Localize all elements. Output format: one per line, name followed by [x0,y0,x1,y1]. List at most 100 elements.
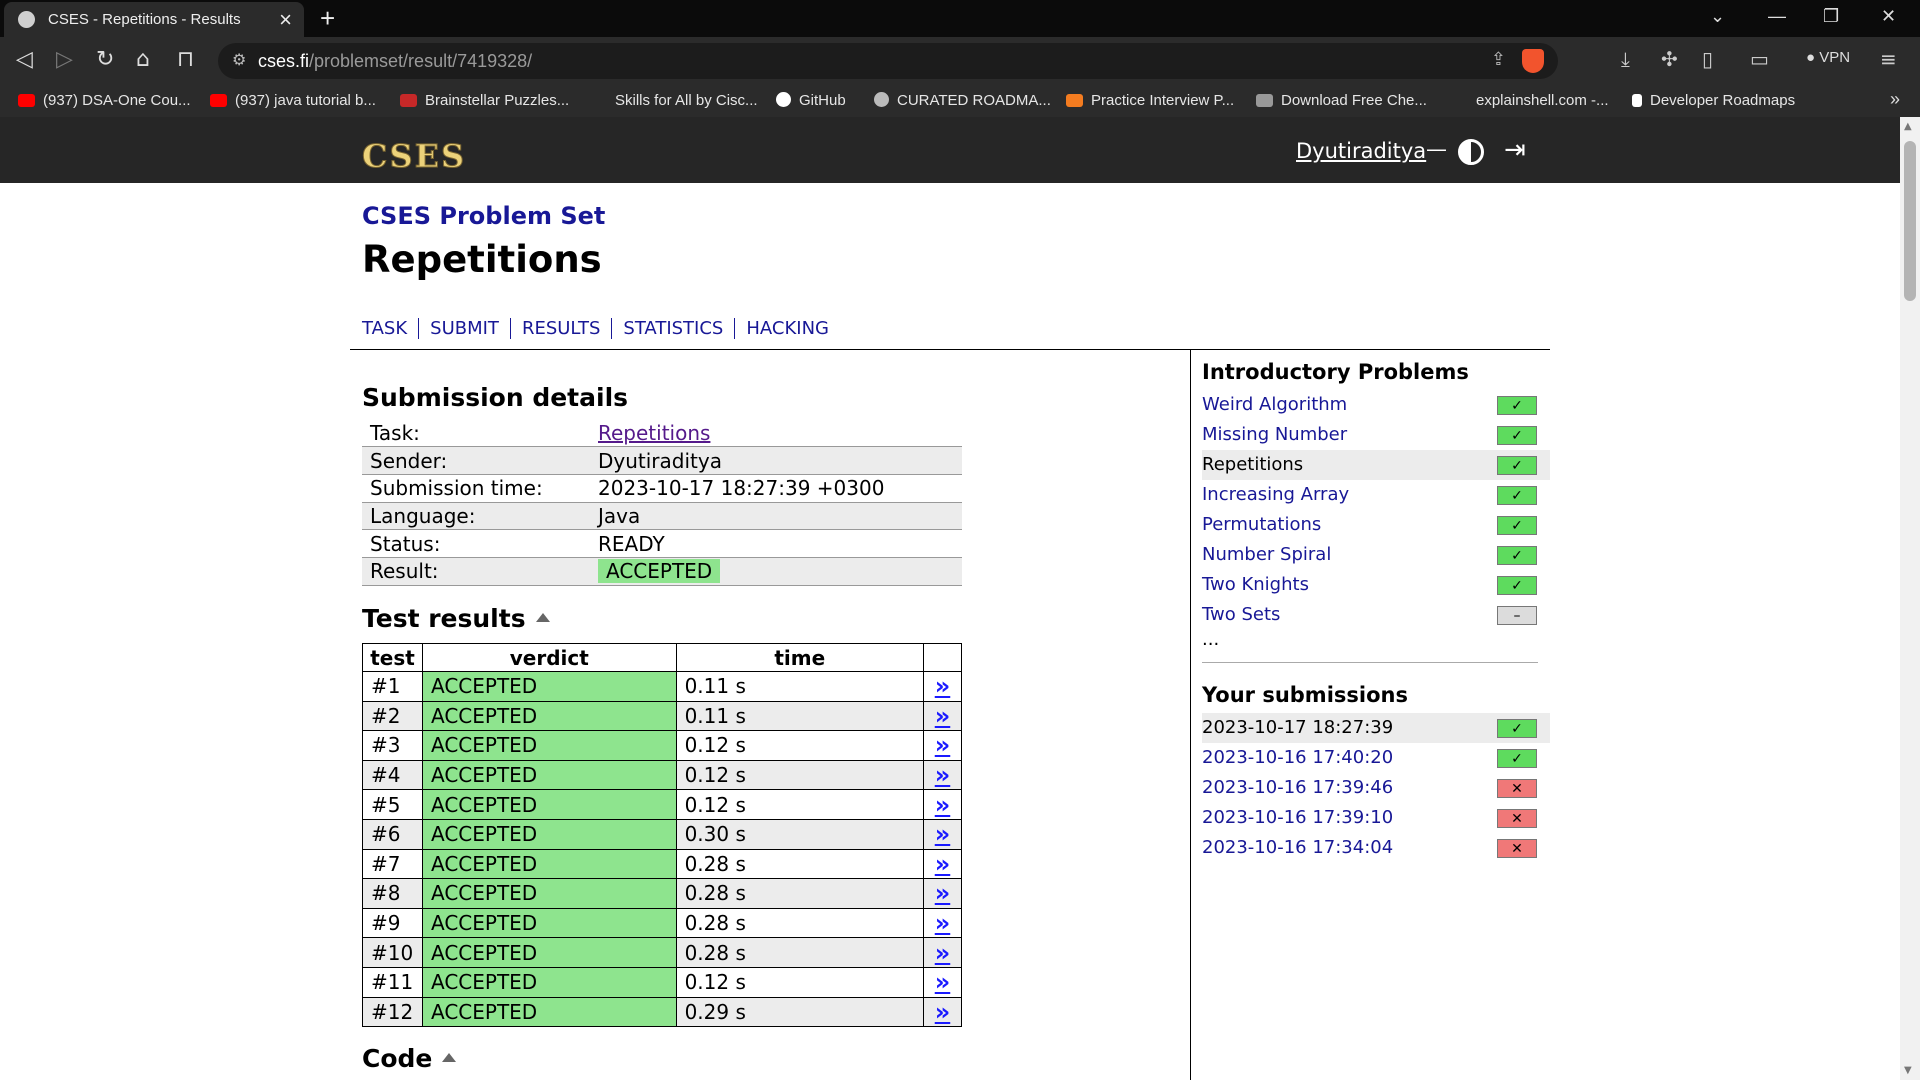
problem-link[interactable]: Permutations [1202,514,1321,535]
header-separator: — [1426,137,1447,161]
submission-details-table: Task: Repetitions Sender: Dyutiraditya Sub… [362,419,962,586]
problem-link[interactable]: Two Sets [1202,604,1280,625]
back-icon[interactable]: ◁ [16,47,33,72]
view-test-icon[interactable]: » [923,996,962,1028]
problem-item[interactable]: Two Knights ✓ [1202,570,1550,600]
submission-item[interactable]: 2023-10-16 17:39:46 ✕ [1202,773,1550,803]
wallet-icon[interactable]: ▭ [1750,47,1769,71]
code-label: Code [362,1044,433,1073]
problem-item[interactable]: Missing Number ✓ [1202,420,1550,450]
tab-task[interactable]: TASK [362,318,420,339]
tab-results[interactable]: RESULTS [522,318,613,339]
logout-icon[interactable]: ⇥ [1504,135,1526,165]
problem-link[interactable]: Missing Number [1202,424,1347,445]
restore-icon[interactable]: ❐ [1823,6,1839,27]
task-link[interactable]: Repetitions [598,421,710,445]
problemset-link[interactable]: CSES Problem Set [362,202,605,230]
submission-item[interactable]: 2023-10-16 17:40:20 ✓ [1202,743,1550,773]
submission-item[interactable]: 2023-10-17 18:27:39 ✓ [1202,713,1550,743]
forward-icon[interactable]: ▷ [56,47,73,72]
vpn-button[interactable]: ● VPN [1806,49,1850,66]
collapse-triangle-icon[interactable] [442,1053,457,1062]
download-icon[interactable]: ⤓ [1621,47,1630,71]
site-settings-icon[interactable]: ⚙ [232,50,246,69]
view-test-icon[interactable]: » [923,966,962,998]
test-results-heading[interactable]: Test results [362,604,550,633]
bookmark-label: explainshell.com -... [1476,92,1609,109]
submission-item[interactable]: 2023-10-16 17:39:10 ✕ [1202,803,1550,833]
problem-link[interactable]: Weird Algorithm [1202,394,1347,415]
view-test-icon[interactable]: » [923,730,962,761]
theme-toggle-icon[interactable] [1458,139,1484,165]
problem-item[interactable]: Increasing Array ✓ [1202,480,1550,510]
collapse-triangle-icon[interactable] [535,613,550,622]
problem-item[interactable]: Permutations ✓ [1202,510,1550,540]
tab-statistics[interactable]: STATISTICS [623,318,736,339]
chevron-right-icon[interactable]: » [1890,89,1900,110]
verdict-cell: ACCEPTED [421,730,677,761]
home-icon[interactable]: ⌂ [136,47,150,72]
browser-tab[interactable]: CSES - Repetitions - Results × [4,2,304,37]
view-test-icon[interactable]: » [923,700,962,732]
code-heading[interactable]: Code [362,1044,457,1073]
bookmark-item[interactable]: Brainstellar Puzzles... [400,92,569,109]
tab-hacking[interactable]: HACKING [746,318,840,339]
bookmark-icon[interactable]: ⊓ [177,47,194,72]
tab-submit[interactable]: SUBMIT [430,318,511,339]
view-test-icon[interactable]: » [923,907,962,939]
username-link[interactable]: Dyutiraditya [1296,139,1426,163]
bookmark-item[interactable]: Developer Roadmaps [1632,92,1795,109]
menu-icon[interactable]: ≡ [1880,47,1897,71]
view-test-icon[interactable]: » [923,759,962,791]
scroll-thumb[interactable] [1904,141,1916,301]
url-text[interactable]: cses.fi/problemset/result/7419328/ [258,51,532,72]
view-test-icon[interactable]: » [923,818,962,850]
bookmark-item[interactable]: Skills for All by Cisc... [590,92,758,109]
address-bar[interactable]: ⚙ cses.fi/problemset/result/7419328/ ⇪ [218,43,1558,79]
view-test-icon[interactable]: » [923,671,962,702]
submission-link[interactable]: 2023-10-16 17:39:46 [1202,777,1393,798]
bookmark-item[interactable]: GitHub [776,92,846,109]
problem-item[interactable]: Number Spiral ✓ [1202,540,1550,570]
share-icon[interactable]: ⇪ [1491,49,1506,70]
problem-link[interactable]: Repetitions [1202,454,1303,475]
scroll-down-icon[interactable]: ▼ [1904,1065,1912,1076]
view-test-icon[interactable]: » [923,937,962,968]
view-test-icon[interactable]: » [923,848,962,880]
check-icon: ✓ [1497,456,1537,475]
problem-link[interactable]: Increasing Array [1202,484,1349,505]
problem-link[interactable]: Two Knights [1202,574,1309,595]
bookmark-item[interactable]: explainshell.com -... [1476,92,1609,109]
close-window-icon[interactable]: ✕ [1881,6,1896,27]
problem-link[interactable]: Number Spiral [1202,544,1331,565]
bookmark-item[interactable]: Practice Interview P... [1066,92,1234,109]
submission-link[interactable]: 2023-10-16 17:34:04 [1202,837,1393,858]
submission-link[interactable]: 2023-10-16 17:40:20 [1202,747,1393,768]
bookmark-item[interactable]: Download Free Che... [1256,92,1427,109]
bookmark-item[interactable]: (937) DSA-One Cou... [18,92,191,109]
reload-icon[interactable]: ↻ [96,47,114,72]
minimize-icon[interactable]: — [1768,6,1786,27]
bookmark-item[interactable]: CURATED ROADMA... [874,92,1051,109]
cses-logo[interactable]: CSES [361,137,466,176]
sidebar-icon[interactable]: ▯ [1702,47,1713,71]
youtube-icon [210,94,227,107]
submission-item[interactable]: 2023-10-16 17:34:04 ✕ [1202,833,1550,863]
problem-item[interactable]: Weird Algorithm ✓ [1202,390,1550,420]
scroll-up-icon[interactable]: ▲ [1904,121,1912,132]
problem-item[interactable]: Two Sets – [1202,600,1550,630]
scrollbar[interactable]: ▲ ▼ [1900,117,1920,1080]
verdict-cell: ACCEPTED [421,996,677,1028]
bookmark-item[interactable]: (937) java tutorial b... [210,92,376,109]
extensions-icon[interactable]: ✣ [1661,47,1678,71]
close-tab-icon[interactable]: × [279,7,292,33]
problem-item[interactable]: Repetitions ✓ [1202,450,1550,480]
new-tab-icon[interactable]: + [320,3,335,34]
browser-toolbar: ◁ ▷ ↻ ⌂ ⊓ ⚙ cses.fi/problemset/result/74… [0,37,1920,85]
submission-link[interactable]: 2023-10-17 18:27:39 [1202,717,1393,738]
tab-search-icon[interactable]: ⌄ [1710,6,1725,27]
submission-link[interactable]: 2023-10-16 17:39:10 [1202,807,1393,828]
brave-shield-icon[interactable] [1522,49,1544,73]
view-test-icon[interactable]: » [923,878,962,909]
view-test-icon[interactable]: » [923,789,962,820]
